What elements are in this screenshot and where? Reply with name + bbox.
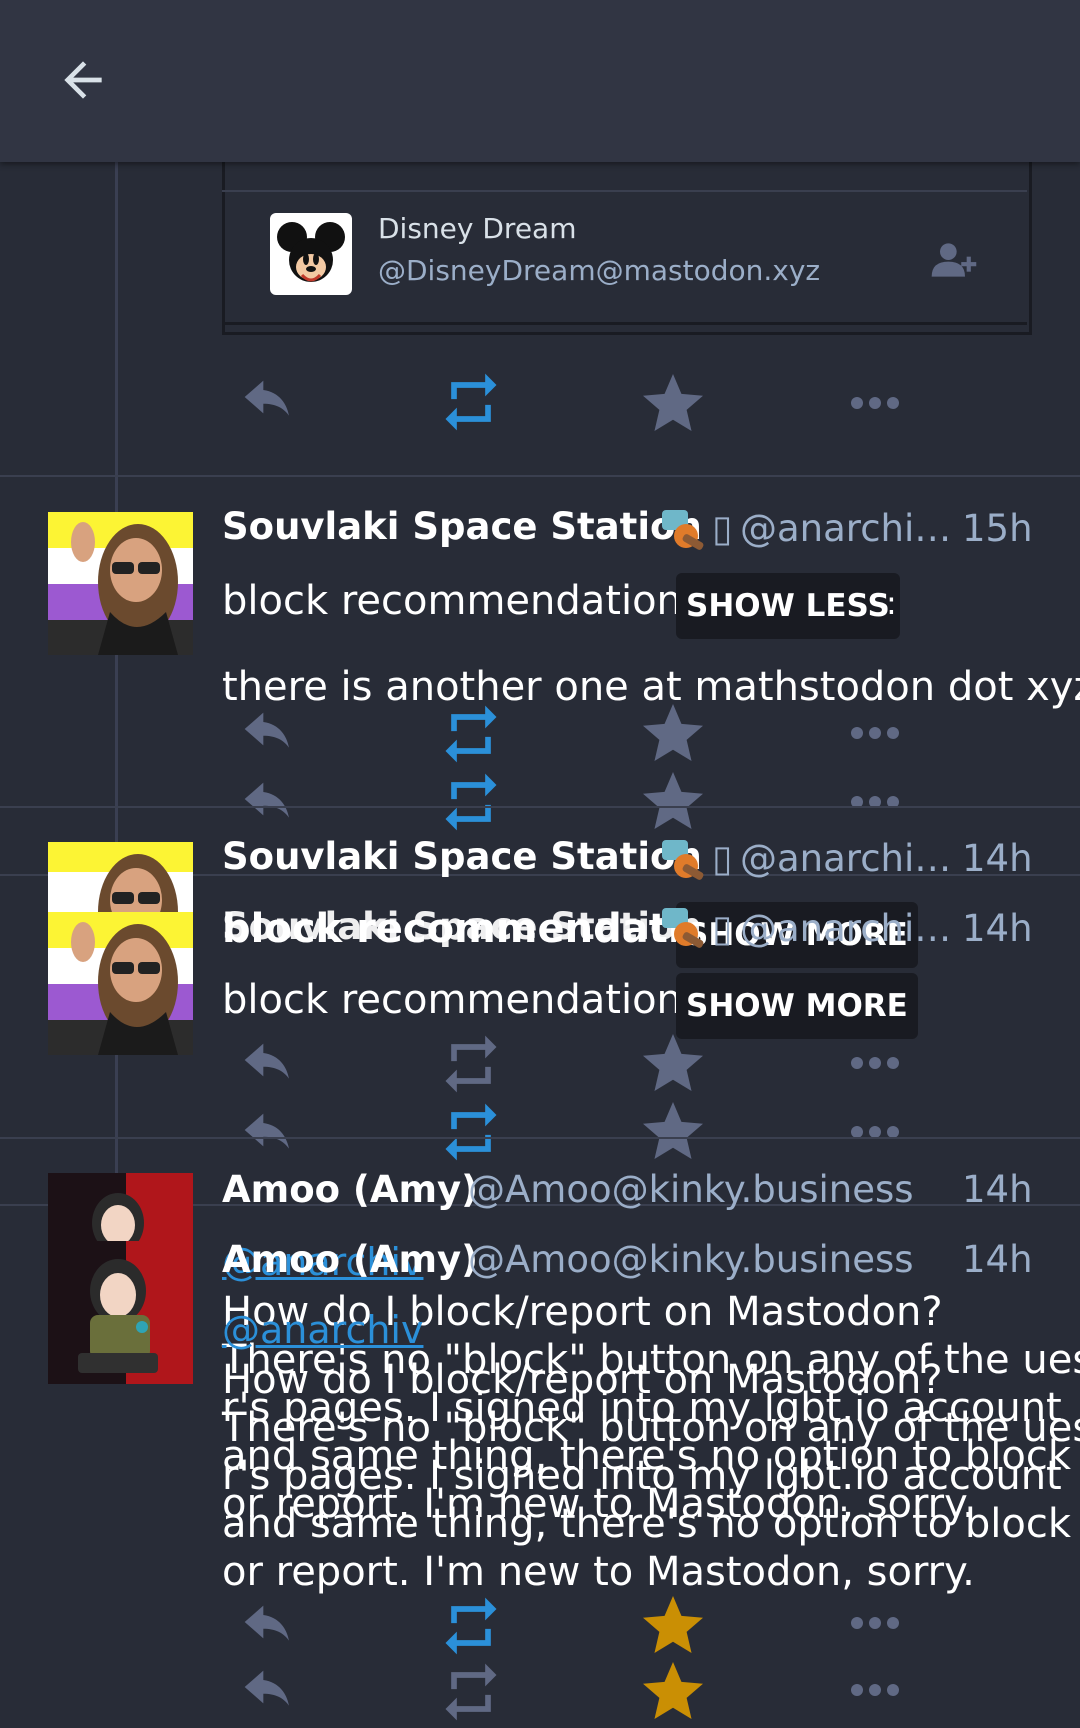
account-display-name[interactable]: Disney Dream (378, 212, 577, 245)
more-icon[interactable] (850, 1680, 900, 1700)
account-handle: @Amoo@kinky.business (468, 1238, 914, 1281)
more-icon[interactable] (850, 1053, 900, 1073)
display-name[interactable]: Souvlaki Space Station (222, 835, 702, 878)
display-name[interactable]: Amoo (Amy) (222, 1168, 478, 1211)
account-handle: @DisneyDream@mastodon.xyz (378, 254, 821, 287)
boost-icon[interactable] (437, 1658, 505, 1726)
divider (0, 475, 1080, 477)
divider (0, 1137, 1080, 1139)
reply-icon[interactable] (240, 712, 296, 760)
more-icon[interactable] (850, 792, 900, 812)
favourite-icon[interactable] (637, 1028, 709, 1100)
boost-icon[interactable] (437, 1030, 505, 1098)
avatar[interactable] (48, 512, 193, 655)
avatar-image (48, 912, 193, 1055)
unknown-glyph-icon: ▯ (712, 907, 733, 950)
mention-link[interactable]: @anarchiv (222, 1308, 423, 1352)
emoji-icon (662, 908, 704, 948)
avatar-image (48, 842, 193, 912)
avatar[interactable] (48, 1173, 193, 1241)
timestamp: 14h (962, 1238, 1033, 1281)
emoji-icon (662, 840, 704, 880)
content-warning: block recommendation (222, 578, 682, 624)
show-more-button[interactable]: SHOW MORE (676, 973, 918, 1039)
boost-icon[interactable] (437, 700, 505, 768)
content-line: r's pages. I signed into my lgbt.io acco… (222, 1453, 1062, 1499)
display-name[interactable]: Souvlaki Space Station (222, 505, 702, 548)
favourite-icon[interactable] (637, 766, 709, 838)
avatar[interactable] (48, 1241, 193, 1384)
timestamp: 14h (962, 837, 1033, 880)
content-warning: block recommendation (222, 977, 682, 1023)
timestamp: 15h (962, 507, 1033, 550)
emoji-icon (662, 510, 704, 550)
favourite-icon[interactable] (637, 1656, 709, 1728)
boost-icon[interactable] (437, 768, 505, 836)
thread-line (115, 162, 118, 1322)
more-icon[interactable] (850, 723, 900, 743)
account-handle: @anarchi… (740, 907, 952, 950)
favourite-icon[interactable] (637, 368, 709, 440)
follow-user-icon[interactable] (930, 240, 980, 280)
content-line: How do I block/report on Mastodon? (222, 1357, 943, 1403)
account-avatar[interactable] (270, 213, 352, 295)
avatar[interactable] (48, 912, 193, 1055)
show-less-button[interactable]: SHOW LESS (676, 573, 900, 639)
boost-icon[interactable] (437, 1592, 505, 1660)
favourite-icon[interactable] (637, 1096, 709, 1168)
avatar-image (48, 512, 193, 655)
mickey-avatar-image (277, 222, 345, 282)
account-handle: @Amoo@kinky.business (468, 1168, 914, 1211)
reply-icon[interactable] (240, 1605, 296, 1653)
avatar-image (48, 1173, 193, 1241)
account-handle: @anarchi… (740, 507, 952, 550)
more-icon[interactable] (850, 393, 900, 413)
account-handle: @anarchi… (740, 837, 952, 880)
display-name[interactable]: Amoo (Amy) (222, 1238, 478, 1281)
reply-icon[interactable] (240, 1670, 296, 1718)
reply-icon[interactable] (240, 380, 296, 428)
status-content: How do I block/report on Mastodon? There… (222, 1356, 1080, 1596)
avatar[interactable] (48, 842, 193, 912)
unknown-glyph-icon: ▯ (712, 837, 733, 880)
content-line: or report. I'm new to Mastodon, sorry. (222, 1549, 975, 1595)
avatar-image (48, 1241, 193, 1384)
overflow-colon: : (886, 584, 897, 622)
favourite-icon[interactable] (637, 698, 709, 770)
favourite-icon[interactable] (637, 1590, 709, 1662)
app-bar (0, 0, 1080, 162)
more-icon[interactable] (850, 1613, 900, 1633)
timestamp: 14h (962, 907, 1033, 950)
content-line: and same thing, there's no option to blo… (222, 1501, 1072, 1547)
boost-icon[interactable] (437, 1098, 505, 1166)
timestamp: 14h (962, 1168, 1033, 1211)
reply-icon[interactable] (240, 1043, 296, 1091)
more-icon[interactable] (850, 1122, 900, 1142)
divider (0, 806, 1080, 808)
unknown-glyph-icon: ▯ (712, 507, 733, 550)
back-arrow-icon[interactable] (55, 52, 111, 108)
boost-icon[interactable] (437, 368, 505, 436)
content-line: There's no "block" button on any of the … (222, 1405, 1080, 1451)
display-name[interactable]: Souvlaki Space Station (222, 905, 702, 948)
